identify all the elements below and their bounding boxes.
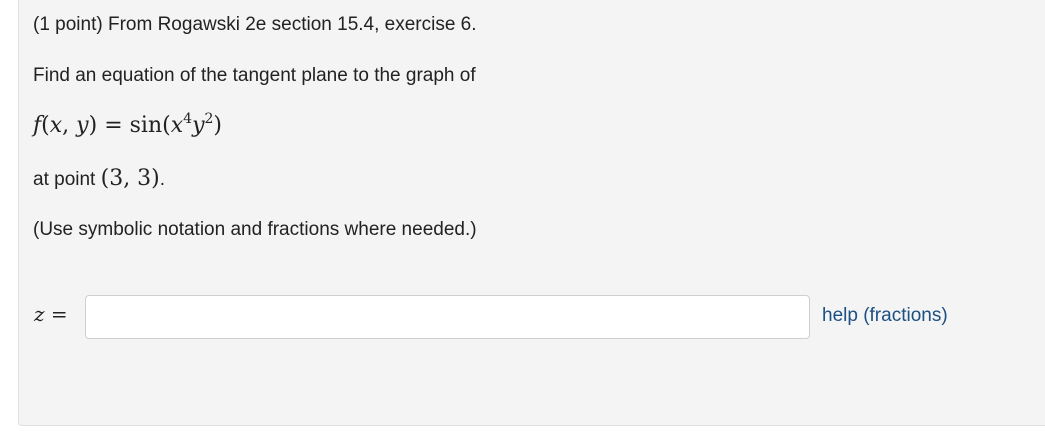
function-formula: f(x, y) = sin(x4y2) (33, 111, 223, 138)
function-arg-comma: , (62, 113, 77, 138)
x-exponent: 4 (183, 111, 193, 127)
problem-note: (Use symbolic notation and fractions whe… (33, 219, 477, 240)
help-fractions-link[interactable]: help (fractions) (822, 305, 948, 327)
problem-instruction: Find an equation of the tangent plane to… (33, 65, 476, 86)
answer-label-equals: = (44, 302, 68, 326)
problem-card: (1 point) From Rogawski 2e section 15.4,… (18, 0, 1045, 426)
sin-arg-x: x (170, 113, 184, 138)
point-prefix: at point (33, 169, 101, 190)
function-close-paren: ) (88, 113, 98, 138)
answer-label: z = (34, 302, 68, 326)
function-sin: sin (129, 113, 163, 138)
sin-open-paren: ( (162, 113, 171, 138)
point-value: (3, 3) (100, 166, 160, 191)
function-name: f (33, 113, 42, 138)
sin-close-paren: ) (213, 113, 223, 138)
point-line: at point (3, 3). (33, 166, 165, 191)
point-suffix: . (159, 169, 166, 190)
function-arg-y: y (76, 113, 89, 138)
answer-label-var: z (34, 302, 45, 326)
function-equals: = (97, 113, 130, 138)
function-open-paren: ( (41, 113, 50, 138)
sin-arg-y: y (192, 113, 205, 138)
problem-header: (1 point) From Rogawski 2e section 15.4,… (33, 14, 477, 35)
function-arg-x: x (49, 113, 63, 138)
answer-input[interactable] (85, 295, 810, 339)
